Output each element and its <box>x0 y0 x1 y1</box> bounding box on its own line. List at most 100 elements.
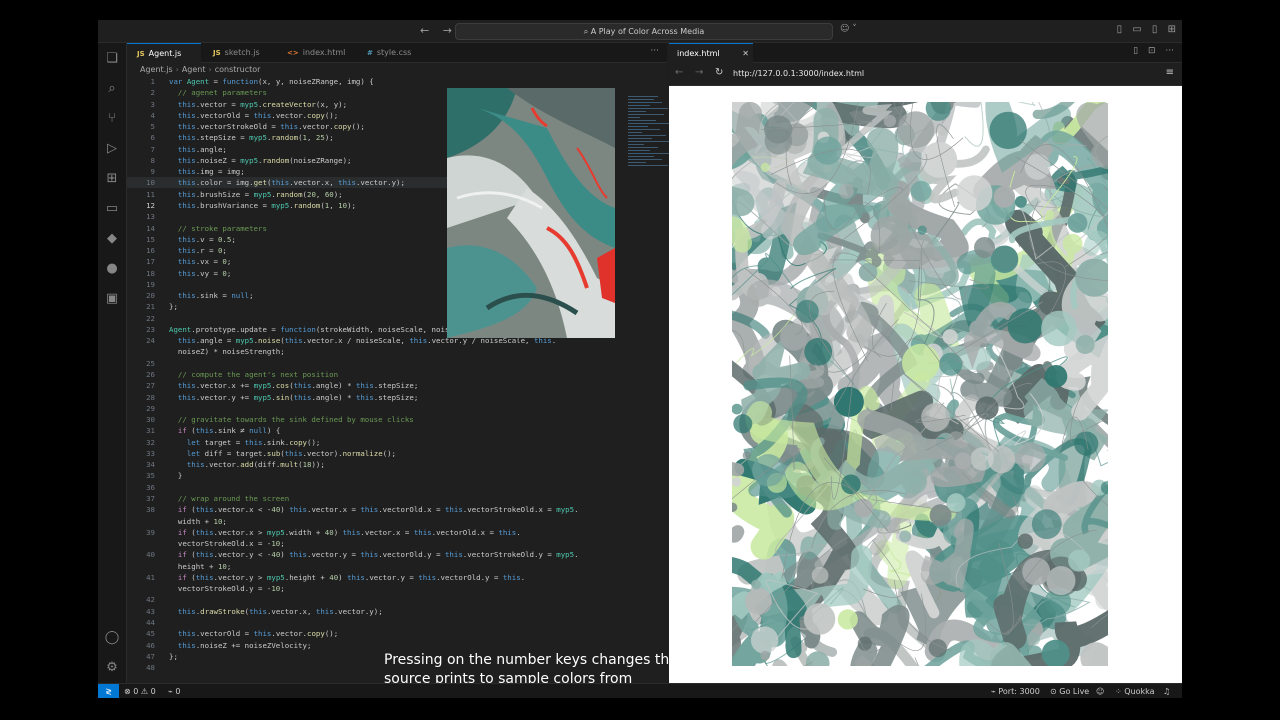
code-line[interactable]: this.vx = 0; <box>169 257 231 266</box>
line-number: 39 <box>146 527 155 537</box>
code-line[interactable]: this.vector.add(diff.mult(18)); <box>169 460 325 469</box>
python-icon[interactable]: ◆ <box>104 231 120 247</box>
more-actions-icon[interactable]: ··· <box>1165 46 1174 56</box>
code-line[interactable]: this.vector = myp5.createVector(x, y); <box>169 100 347 109</box>
line-number: 10 <box>146 178 155 188</box>
extensions-icon[interactable]: ⊞ <box>104 171 120 187</box>
toggle-secondary-sidebar-icon[interactable]: ▯ <box>1152 24 1158 35</box>
go-live-button[interactable]: ⊙ Go Live <box>1050 684 1089 698</box>
remote-indicator-icon[interactable]: ≷ <box>98 684 119 698</box>
code-line[interactable]: this.img = img; <box>169 167 245 176</box>
code-line[interactable]: if (this.vector.x > myp5.width + 40) thi… <box>169 528 521 537</box>
forward-icon[interactable]: → <box>443 24 452 37</box>
code-line[interactable]: this.stepSize = myp5.random(1, 25); <box>169 133 334 142</box>
line-number: 9 <box>150 167 155 177</box>
lock-icon[interactable]: ⊡ <box>1148 46 1156 56</box>
line-number: 42 <box>146 595 155 605</box>
code-line[interactable]: noiseZ) * noiseStrength; <box>169 347 285 356</box>
code-line[interactable]: // compute the agent's next position <box>169 370 338 379</box>
quokka-button[interactable]: ⁘ Quokka <box>1115 684 1155 698</box>
p5-sketch-canvas[interactable] <box>732 102 1108 666</box>
command-center-search[interactable]: ⌕ A Play of Color Across Media <box>455 23 833 40</box>
code-line[interactable]: if (this.vector.y > myp5.height + 40) th… <box>169 573 525 582</box>
line-number: 1 <box>150 77 155 86</box>
code-line[interactable]: } <box>169 471 182 480</box>
code-line[interactable]: height + 10; <box>169 562 231 571</box>
code-line[interactable]: this.vectorOld = this.vector.copy(); <box>169 111 338 120</box>
code-line[interactable]: this.angle; <box>169 145 227 154</box>
code-line[interactable]: let target = this.sink.copy(); <box>169 438 321 447</box>
reload-icon[interactable]: ↻ <box>715 67 723 78</box>
code-line[interactable]: width + 10; <box>169 517 227 526</box>
code-line[interactable]: // stroke parameters <box>169 224 267 233</box>
back-icon[interactable]: ← <box>420 24 429 37</box>
menu-icon[interactable]: ≡ <box>1166 67 1174 78</box>
close-icon[interactable]: ✕ <box>742 44 749 63</box>
source-control-icon[interactable]: ⑂ <box>104 111 120 127</box>
ports-indicator[interactable]: ⌁ 0 <box>168 684 180 698</box>
activity-bar: ❏ ⌕ ⑂ ▷ ⊞ ▭ ◆ ● ▣ ◯ ⚙ <box>98 43 127 683</box>
code-line[interactable]: this.vector.x += myp5.cos(this.angle) * … <box>169 381 418 390</box>
breadcrumb-symbol[interactable]: constructor <box>215 65 261 74</box>
code-line[interactable]: }; <box>169 302 178 311</box>
code-line[interactable]: let diff = target.sub(this.vector).norma… <box>169 449 396 458</box>
code-line[interactable]: this.brushVariance = myp5.random(1, 10); <box>169 201 356 210</box>
chat-icon[interactable]: ▣ <box>104 291 120 307</box>
run-debug-icon[interactable]: ▷ <box>104 141 120 157</box>
code-line[interactable]: }; <box>169 652 178 661</box>
copilot-icon[interactable]: ☺ ˅ <box>840 24 857 34</box>
account-icon[interactable]: ◯ <box>104 630 120 646</box>
toggle-panel-icon[interactable]: ▭ <box>1132 24 1141 35</box>
code-line[interactable]: vectorStrokeOld.x = -10; <box>169 539 285 548</box>
port-label: Port: 3000 <box>998 687 1040 696</box>
split-editor-icon[interactable]: ▯ <box>1133 46 1138 56</box>
code-line[interactable]: this.noiseZ = myp5.random(noiseZRange); <box>169 156 352 165</box>
breadcrumb-file[interactable]: Agent.js <box>140 65 173 74</box>
code-line[interactable]: this.vy = 0; <box>169 269 231 278</box>
port-indicator[interactable]: ⌁ Port: 3000 <box>991 684 1040 698</box>
code-line[interactable]: this.drawStroke(this.vector.x, this.vect… <box>169 607 383 616</box>
code-line[interactable]: if (this.vector.x < -40) this.vector.x =… <box>169 505 579 514</box>
explorer-icon[interactable]: ❏ <box>104 51 120 67</box>
problems-indicator[interactable]: ⊗ 0 ⚠ 0 <box>124 684 156 698</box>
customize-layout-icon[interactable]: ⊞ <box>1168 24 1176 35</box>
browser-tabs: index.html ✕ ▯ ⊡ ··· <box>669 43 1182 63</box>
breadcrumb-class[interactable]: Agent <box>182 65 206 74</box>
status-bar: ≷ ⊗ 0 ⚠ 0 ⌁ 0 ⌁ Port: 3000 ⊙ Go Live ☺ ⁘… <box>98 683 1182 698</box>
code-line[interactable]: this.v = 0.5; <box>169 235 236 244</box>
code-line[interactable]: this.sink = null; <box>169 291 254 300</box>
tab-index-html[interactable]: <> index.html <box>277 43 357 62</box>
code-line[interactable]: if (this.vector.y < -40) this.vector.y =… <box>169 550 579 559</box>
forward-icon[interactable]: → <box>695 67 703 78</box>
code-line[interactable]: this.noiseZ += noiseZVelocity; <box>169 641 312 650</box>
json-icon[interactable]: ● <box>104 261 120 277</box>
line-number: 14 <box>146 223 155 233</box>
code-line[interactable]: if (this.sink ≠ null) { <box>169 426 280 435</box>
warning-icon: ⚠ <box>140 687 149 696</box>
code-line[interactable]: // wrap around the screen <box>169 494 289 503</box>
notifications-bell-icon[interactable]: ♫ <box>1163 684 1170 698</box>
code-line[interactable]: var Agent = function(x, y, noiseZRange, … <box>169 77 374 86</box>
code-line[interactable]: this.vector.y += myp5.sin(this.angle) * … <box>169 393 418 402</box>
remote-explorer-icon[interactable]: ▭ <box>104 201 120 217</box>
code-line[interactable]: this.brushSize = myp5.random(20, 60); <box>169 190 343 199</box>
code-line[interactable]: // gravitate towards the sink defined by… <box>169 415 414 424</box>
tab-sketch-js[interactable]: JS sketch.js <box>203 43 277 62</box>
tab-index-html-preview[interactable]: index.html ✕ <box>669 43 753 63</box>
gear-icon[interactable]: ⚙ <box>104 660 120 676</box>
more-actions-icon[interactable]: ··· <box>650 46 659 56</box>
tab-agent-js[interactable]: JS Agent.js <box>127 43 201 63</box>
tab-style-css[interactable]: # style.css <box>357 43 437 62</box>
radio-tower-icon: ⌁ <box>168 687 173 696</box>
code-line[interactable]: this.r = 0; <box>169 246 227 255</box>
back-icon[interactable]: ← <box>675 67 683 78</box>
code-line[interactable]: // agenet parameters <box>169 88 267 97</box>
code-line[interactable]: vectorStrokeOld.y = -10; <box>169 584 285 593</box>
search-icon[interactable]: ⌕ <box>104 81 120 97</box>
url-input[interactable]: http://127.0.0.1:3000/index.html <box>733 67 1123 81</box>
code-line[interactable]: this.vectorStrokeOld = this.vector.copy(… <box>169 122 365 131</box>
code-line[interactable]: this.color = img.get(this.vector.x, this… <box>169 178 405 187</box>
copilot-status-icon[interactable]: ☺ <box>1096 684 1104 698</box>
toggle-sidebar-icon[interactable]: ▯ <box>1117 24 1123 35</box>
code-line[interactable]: this.vectorOld = this.vector.copy(); <box>169 629 338 638</box>
